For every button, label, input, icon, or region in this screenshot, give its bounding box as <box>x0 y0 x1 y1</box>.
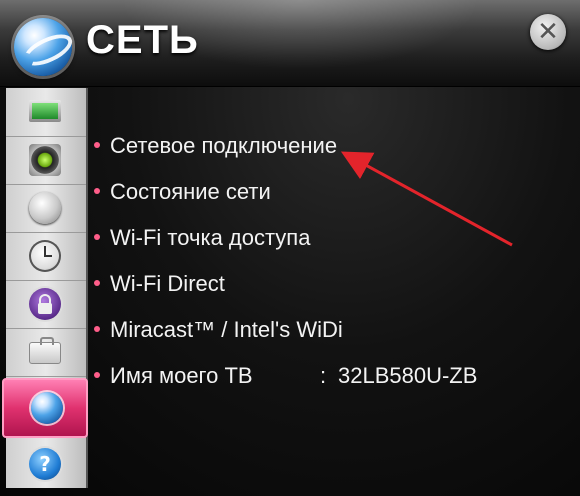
menu-item-miracast[interactable]: Miracast™ / Intel's WiDi <box>92 314 552 360</box>
sidebar-item-picture[interactable] <box>6 88 86 137</box>
sidebar-item-option[interactable] <box>6 328 86 377</box>
network-globe-icon <box>14 18 72 76</box>
settings-category-sidebar: ? <box>2 88 88 488</box>
tv-name-label: Имя моего ТВ <box>110 363 253 388</box>
globe-icon <box>31 392 63 424</box>
sidebar-item-time[interactable] <box>6 232 86 281</box>
bullet-icon <box>94 326 100 333</box>
menu-item-tv-name[interactable]: Имя моего ТВ:32LB580U-ZB <box>92 360 552 406</box>
menu-item-wifi-direct[interactable]: Wi-Fi Direct <box>92 268 552 314</box>
sidebar-item-lock[interactable] <box>6 280 86 329</box>
sidebar-item-support[interactable]: ? <box>6 440 86 488</box>
clock-icon <box>29 240 61 272</box>
network-menu: Сетевое подключение Состояние сети Wi-Fi… <box>92 130 552 406</box>
network-settings-screen: СЕТЬ ✕ ? Сетевое подключение Состояние с… <box>0 0 580 496</box>
sidebar-item-network[interactable] <box>2 378 88 438</box>
lock-icon <box>29 288 61 320</box>
menu-item-network-connection[interactable]: Сетевое подключение <box>92 130 552 176</box>
speaker-icon <box>29 144 61 176</box>
menu-item-network-status[interactable]: Состояние сети <box>92 176 552 222</box>
sidebar-item-channels[interactable] <box>6 184 86 233</box>
bullet-icon <box>94 188 100 195</box>
menu-item-label: Сетевое подключение <box>110 133 338 158</box>
menu-item-label: Wi-Fi Direct <box>110 271 225 296</box>
close-button[interactable]: ✕ <box>530 14 566 50</box>
menu-item-label: Состояние сети <box>110 179 271 204</box>
bullet-icon <box>94 234 100 241</box>
menu-item-label: Miracast™ / Intel's WiDi <box>110 317 343 342</box>
menu-item-label: Wi-Fi точка доступа <box>110 225 311 250</box>
picture-icon <box>29 100 61 122</box>
bullet-icon <box>94 280 100 287</box>
sidebar-item-sound[interactable] <box>6 136 86 185</box>
help-icon: ? <box>29 448 61 480</box>
satellite-dish-icon <box>29 192 61 224</box>
title-bar: СЕТЬ ✕ <box>0 0 580 87</box>
suitcase-icon <box>29 337 61 364</box>
tv-name-value: 32LB580U-ZB <box>338 363 478 388</box>
tv-name-separator: : <box>320 363 327 388</box>
menu-item-wifi-hotspot[interactable]: Wi-Fi точка доступа <box>92 222 552 268</box>
page-title: СЕТЬ <box>86 18 199 62</box>
bullet-icon <box>94 372 100 379</box>
bullet-icon <box>94 142 100 149</box>
